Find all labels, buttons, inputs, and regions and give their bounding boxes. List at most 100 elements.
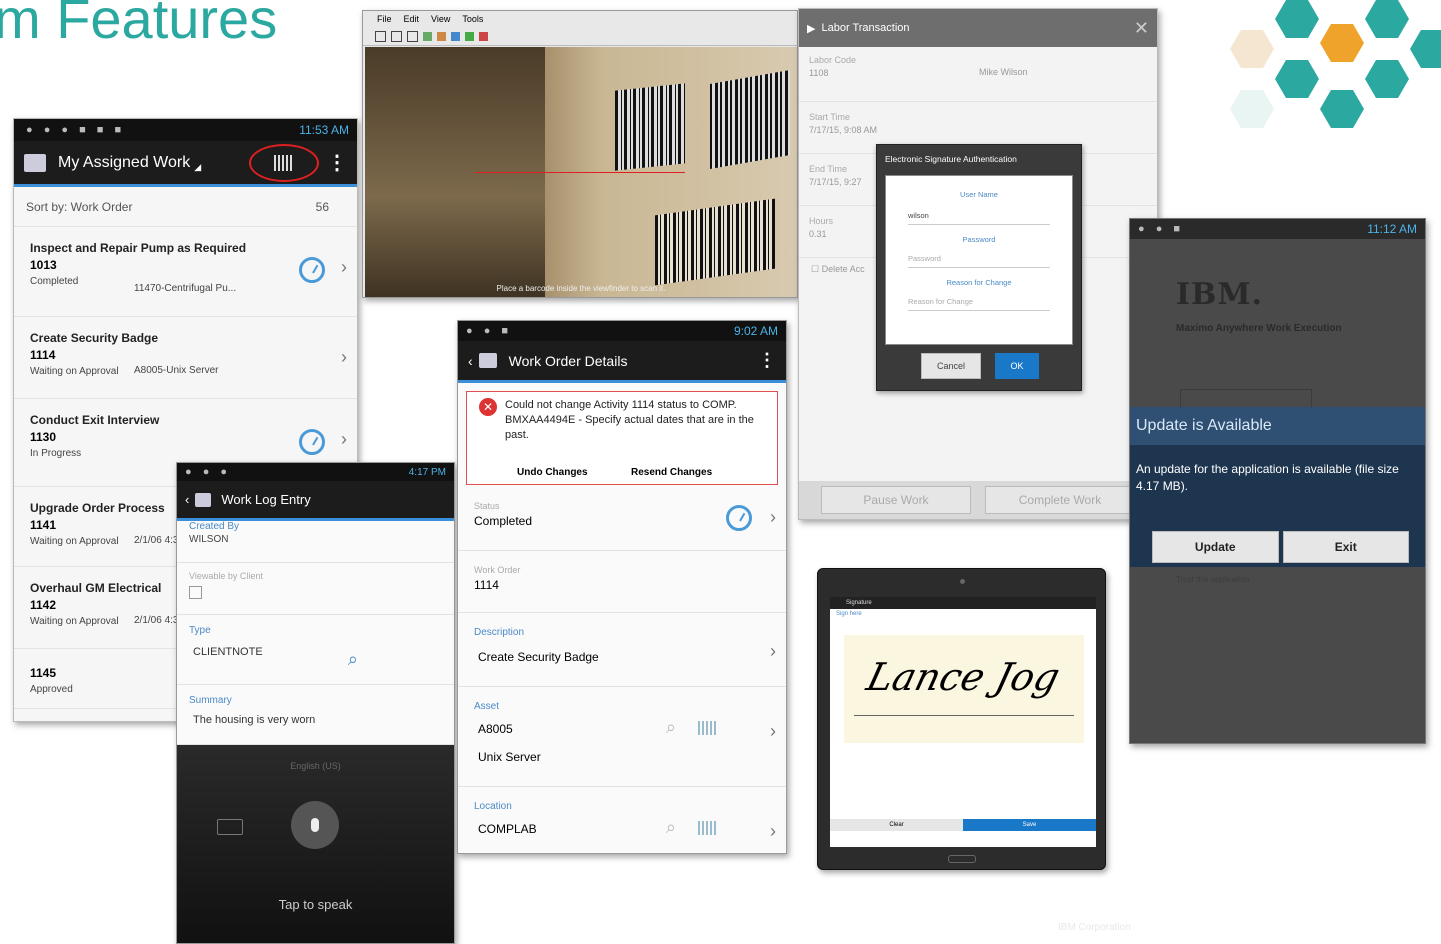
cancel-button[interactable]: Cancel [921,353,981,379]
pause-work-button[interactable]: Pause Work [821,486,971,514]
resend-changes-button[interactable]: Resend Changes [631,467,712,478]
chevron-right-icon[interactable]: › [770,821,776,842]
timer-icon[interactable] [726,505,752,531]
chevron-right-icon[interactable]: › [770,507,776,528]
barcode-scan-button[interactable] [249,143,319,182]
reason-field[interactable]: Reason for Change [908,297,1050,311]
summary-field[interactable]: The housing is very worn [193,714,442,726]
location-label: Location [474,801,512,812]
esig-dialog: Electronic Signature Authentication User… [876,144,1082,391]
menu-file[interactable]: File [377,14,392,24]
esig-form: User Name wilson Password Password Reaso… [885,175,1073,345]
home-button[interactable] [948,855,976,863]
work-order-label: Work Order [474,565,521,575]
dropdown-icon[interactable]: ◢ [194,162,201,173]
ok-button[interactable]: OK [995,353,1039,379]
chevron-right-icon[interactable]: › [770,641,776,662]
work-log-screen: ● ● ● 4:17 PM ‹ Work Log Entry Created B… [176,462,455,944]
asset-row[interactable]: Asset A8005 Unix Server ⌕ › [458,687,786,787]
chevron-right-icon[interactable]: › [770,721,776,742]
labor-transaction-window: ▶ Labor Transaction ✕ Labor Code 1108 Mi… [798,8,1158,520]
status-time: 11:12 AM [1367,222,1417,236]
chevron-right-icon[interactable]: › [341,347,347,368]
search-icon[interactable]: ⌕ [666,717,676,738]
delete-label: Delete Acc [821,264,865,274]
toolbar-icon[interactable] [375,30,386,42]
description-row[interactable]: Description Create Security Badge › [458,613,786,687]
toolbar-icon[interactable] [479,31,488,41]
esig-title: Electronic Signature Authentication [885,154,1017,164]
back-icon[interactable]: ‹ [185,492,189,507]
back-icon[interactable]: ‹ [468,353,473,369]
result-count: 56 [315,199,329,214]
barcode-icon[interactable] [698,821,718,835]
signature-pad[interactable]: Lance Jog [844,635,1084,743]
barcode-image [655,198,775,286]
update-button[interactable]: Update [1152,531,1279,563]
type-field[interactable]: CLIENTNOTE [193,646,442,658]
microphone-button[interactable] [291,801,339,849]
checkbox[interactable]: ☐ [811,264,822,274]
timer-icon[interactable] [299,429,325,455]
error-banner: ✕ Could not change Activity 1114 status … [466,391,778,485]
user-name-label: User Name [960,190,998,199]
sort-bar[interactable]: Sort by: Work Order 56 [14,187,357,227]
save-button[interactable]: Save [963,819,1096,831]
dialog-title: Labor Transaction [821,22,910,34]
keyboard-icon[interactable] [217,819,243,835]
description-label: Description [474,627,525,638]
complete-work-button[interactable]: Complete Work [985,486,1135,514]
chevron-right-icon[interactable]: › [341,257,347,278]
signature-screen: Signature Sign here Lance Jog Clear Save [830,597,1096,847]
user-name-field[interactable]: wilson [908,211,1050,225]
update-available-screen: ● ● ■ 11:12 AM IBM. Maximo Anywhere Work… [1129,218,1426,744]
summary-row[interactable]: Summary The housing is very worn [177,685,454,745]
location-row[interactable]: Location COMPLAB ⌕ › [458,787,786,847]
toolbar-icon[interactable] [451,31,460,41]
overflow-menu-icon[interactable]: ⋮ [327,150,347,175]
barcode-icon[interactable] [698,721,718,735]
work-order-number: 1130 [30,430,57,444]
undo-changes-button[interactable]: Undo Changes [517,467,588,478]
dialog-buttons: Update Exit [1152,531,1409,563]
tap-to-speak-label: Tap to speak [278,897,353,912]
type-label: Type [189,625,211,636]
close-icon[interactable]: ✕ [1134,18,1149,39]
search-icon[interactable]: ⌕ [666,817,676,838]
menu-tools[interactable]: Tools [462,14,483,24]
menu-edit[interactable]: Edit [404,14,420,24]
exit-button[interactable]: Exit [1282,531,1409,563]
overflow-menu-icon[interactable]: ⋮ [758,350,776,371]
search-icon[interactable]: ⌕ [348,649,358,670]
list-item[interactable]: Inspect and Repair Pump as Required 1013 C… [14,227,357,317]
toolbar-icon[interactable] [391,30,402,42]
signature-line [854,715,1074,716]
scan-hint: Place a barcode inside the viewfinder to… [496,284,666,293]
menu-view[interactable]: View [431,14,450,24]
clear-button[interactable]: Clear [830,819,963,831]
signature-buttons: Clear Save [830,819,1096,831]
footer-bar: Pause Work Complete Work [799,481,1157,519]
list-item[interactable]: Create Security Badge 1114 Waiting on Appr… [14,317,357,399]
reason-label: Reason for Change [946,278,1012,287]
chevron-right-icon[interactable]: › [341,429,347,450]
password-field[interactable]: Password [908,254,1050,268]
client-viewable-checkbox[interactable] [189,586,202,599]
status-row[interactable]: Status Completed › [458,491,786,551]
barcode-scanner-window: File Edit View Tools Place a barcode ins… [362,10,798,298]
app-icon [195,492,212,507]
timer-icon[interactable] [299,257,325,283]
toolbar-icon[interactable] [465,31,474,41]
barcode-icon [274,154,294,171]
client-viewable-row[interactable]: Viewable by Client [177,563,454,615]
toolbar-icon[interactable] [437,31,446,41]
status-bar: ● ● ■ 11:12 AM [1130,219,1425,239]
type-row[interactable]: Type CLIENTNOTE ⌕ [177,615,454,685]
toolbar-icon[interactable] [423,31,432,41]
language-selector[interactable]: English (US) [177,761,454,771]
toolbar-icon[interactable] [407,30,418,42]
labor-row[interactable]: Labor Code 1108 Mike Wilson [799,47,1157,102]
labor-name-value: Mike Wilson [979,67,1028,77]
location-value: COMPLAB [478,822,537,836]
created-by-row[interactable]: Created By WILSON [177,521,454,563]
